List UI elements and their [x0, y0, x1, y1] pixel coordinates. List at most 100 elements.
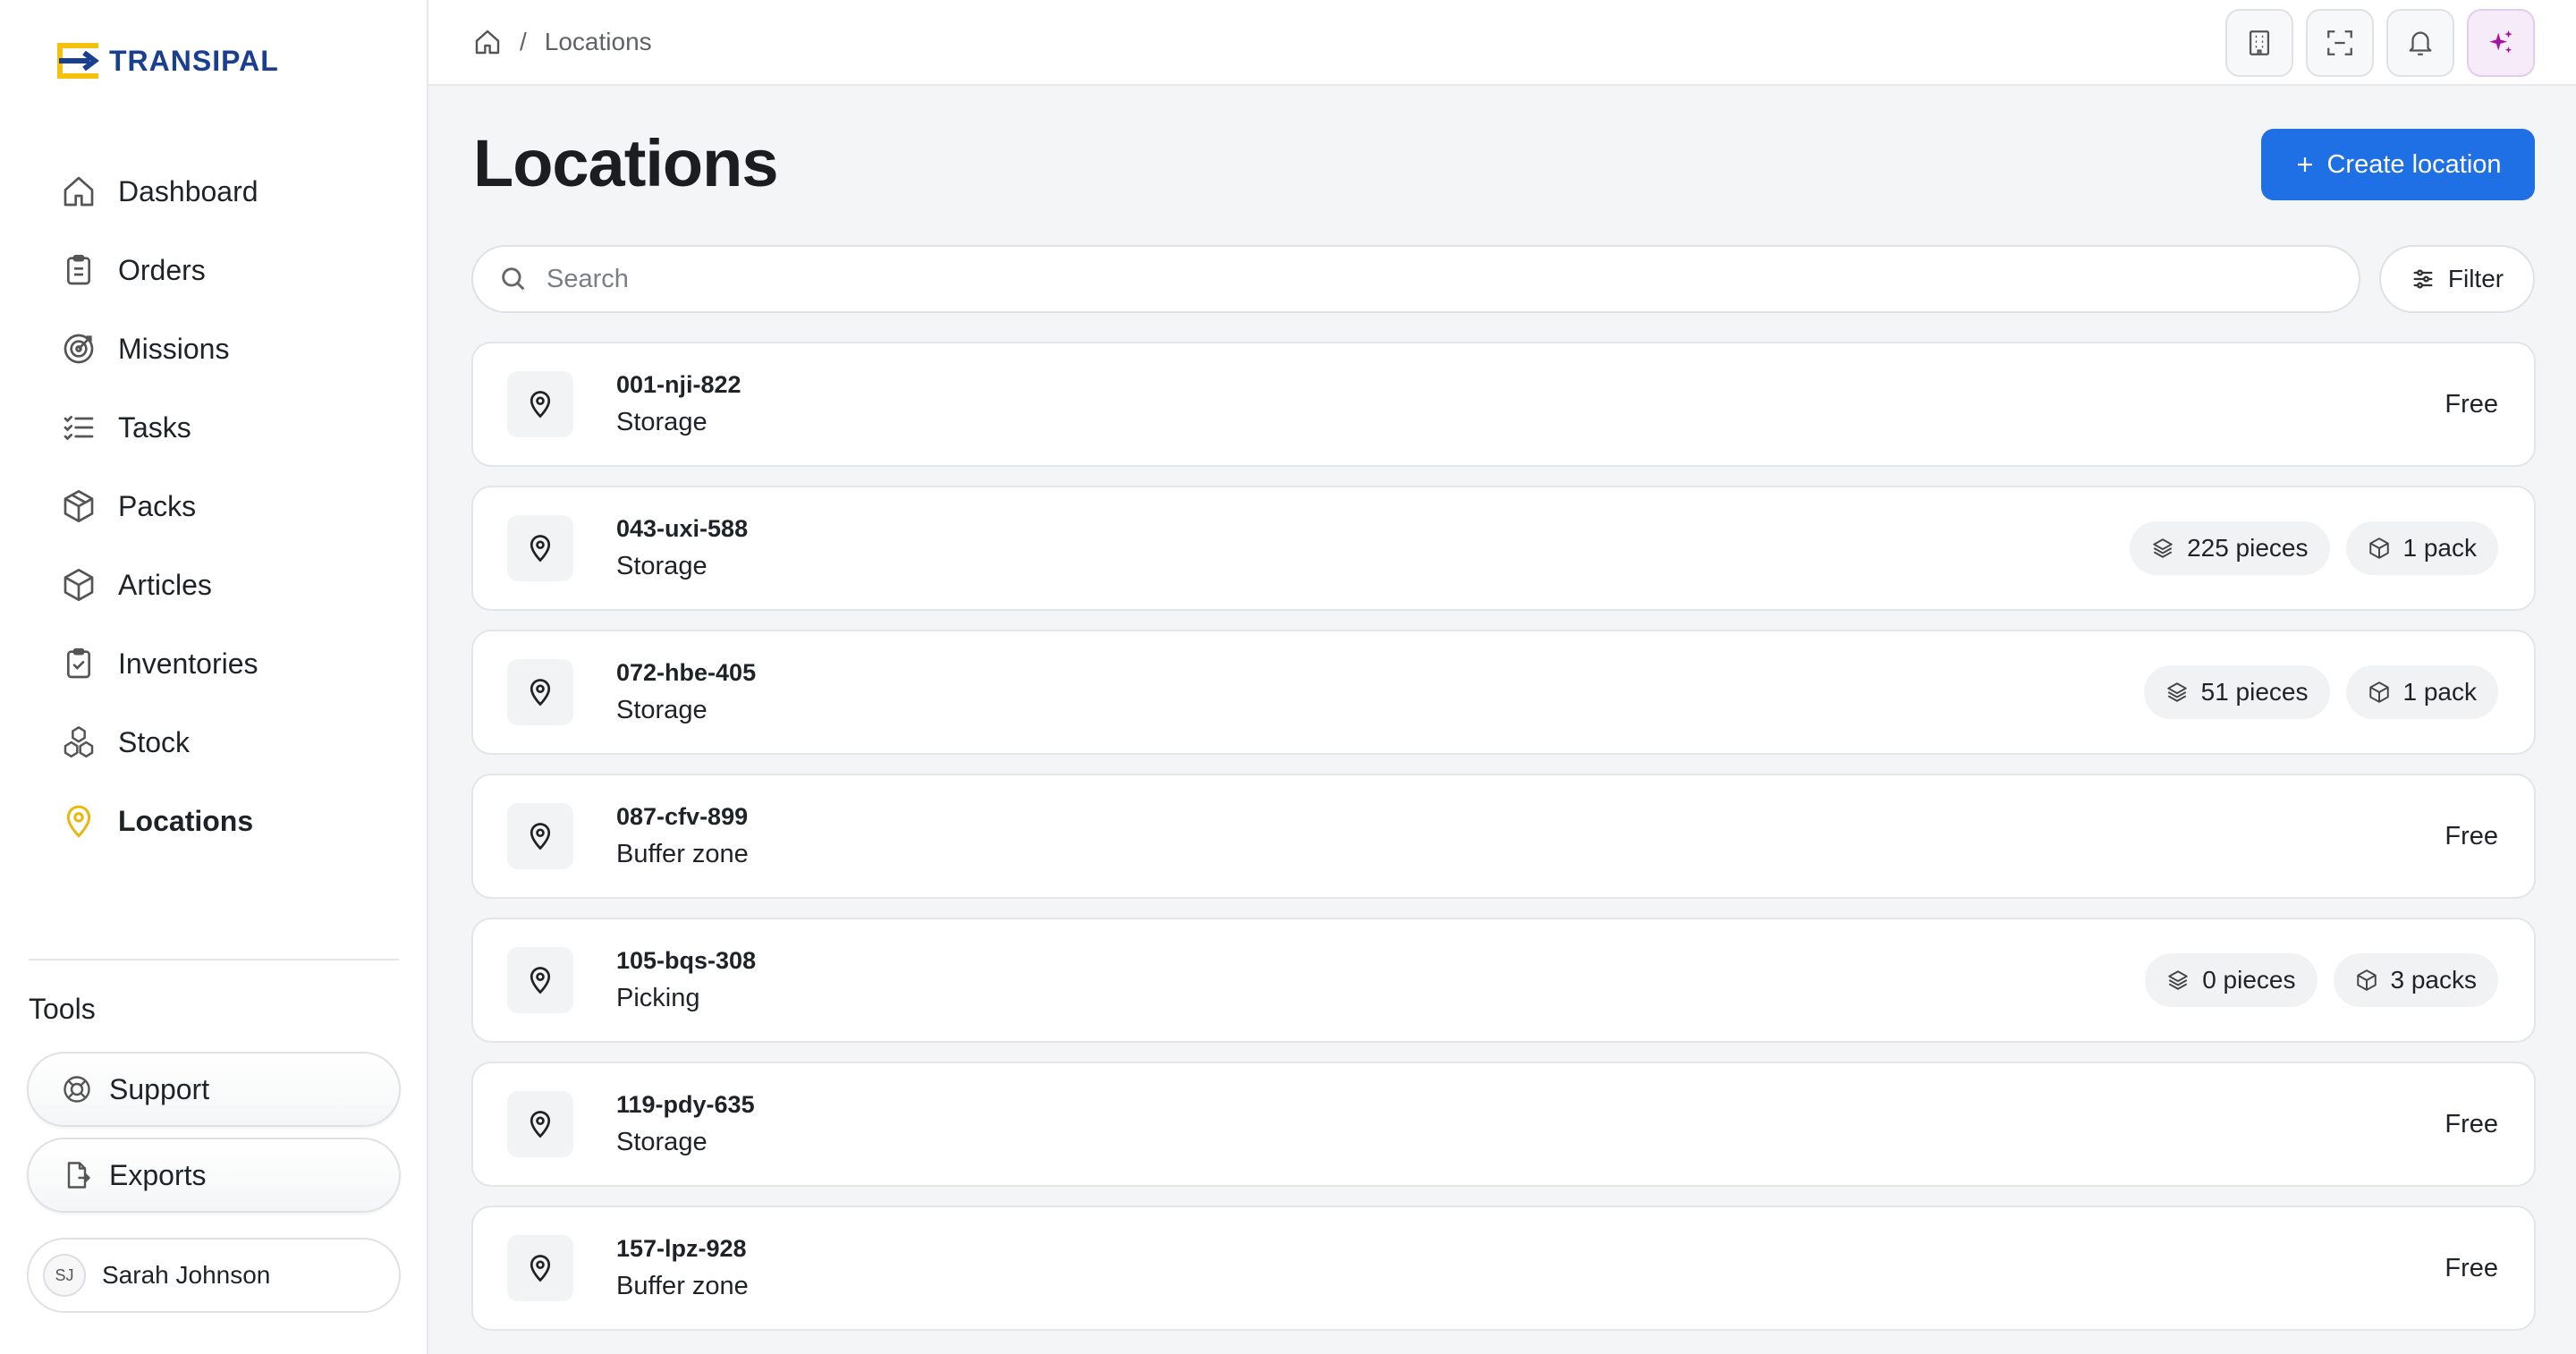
exports-label: Exports — [109, 1158, 207, 1191]
location-icon-box — [507, 1235, 573, 1301]
location-code: 072-hbe-405 — [616, 659, 757, 686]
clipboard-icon — [67, 254, 90, 285]
sidebar-item-label: Tasks — [118, 410, 191, 444]
user-name: Sarah Johnson — [102, 1261, 271, 1289]
sidebar-item-label: Dashboard — [118, 174, 258, 207]
sidebar-item-tasks[interactable]: Tasks — [29, 388, 404, 467]
location-code: 157-lpz-928 — [616, 1235, 747, 1262]
building-icon — [2249, 30, 2270, 55]
home-icon[interactable] — [473, 28, 502, 56]
support-button[interactable]: Support — [27, 1052, 401, 1127]
sidebar-item-label: Orders — [118, 253, 206, 286]
location-type: Storage — [616, 408, 708, 436]
pieces-count: 225 pieces — [2187, 534, 2309, 562]
packs-count: 1 pack — [2402, 534, 2478, 562]
checklist-icon — [64, 416, 94, 441]
sliders-icon — [2413, 269, 2433, 289]
sidebar: TRANSIPAL Dashboard Orders Missions Task… — [0, 0, 428, 1354]
home-icon — [64, 176, 94, 207]
avatar: SJ — [43, 1254, 86, 1297]
sidebar-item-label: Missions — [118, 332, 230, 365]
box-icon — [64, 490, 94, 522]
location-type: Storage — [616, 1128, 708, 1156]
breadcrumb: / Locations — [473, 28, 652, 56]
tools-heading: Tools — [29, 993, 96, 1025]
location-icon-box — [507, 515, 573, 581]
sidebar-item-missions[interactable]: Missions — [29, 309, 404, 388]
plus-icon — [2298, 157, 2313, 172]
map-pin-icon — [530, 391, 551, 419]
create-location-button[interactable]: Create location — [2261, 129, 2535, 200]
ai-assistant-button[interactable] — [2467, 9, 2535, 77]
sidebar-item-locations[interactable]: Locations — [29, 782, 404, 860]
layers-icon — [2166, 682, 2187, 702]
notifications-button[interactable] — [2386, 9, 2454, 77]
packs-badge: 1 pack — [2345, 665, 2498, 719]
packs-count: 1 pack — [2402, 678, 2478, 706]
cube-icon — [64, 569, 94, 601]
location-row[interactable]: 072-hbe-405 Storage 51 pieces 1 pack — [471, 630, 2536, 755]
pieces-badge: 225 pieces — [2130, 521, 2330, 575]
exports-button[interactable]: Exports — [27, 1138, 401, 1213]
brand-logo[interactable]: TRANSIPAL — [55, 41, 279, 80]
layers-icon — [2168, 970, 2188, 990]
user-menu-button[interactable]: SJ Sarah Johnson — [27, 1238, 401, 1313]
filter-button[interactable]: Filter — [2379, 245, 2535, 313]
pieces-count: 0 pieces — [2202, 966, 2296, 994]
locations-list: 001-nji-822 Storage Free 043-uxi-588 Sto… — [471, 342, 2536, 1350]
location-code: 043-uxi-588 — [616, 515, 749, 542]
packs-badge: 1 pack — [2345, 521, 2498, 575]
sidebar-item-label: Articles — [118, 568, 212, 601]
transipal-logo-icon — [57, 43, 99, 79]
sidebar-item-inventories[interactable]: Inventories — [29, 624, 404, 703]
status-badge: Free — [2445, 1109, 2498, 1138]
packs-badge: 3 packs — [2333, 953, 2498, 1007]
location-type: Storage — [616, 552, 708, 580]
file-export-icon — [67, 1162, 90, 1189]
location-row[interactable]: 105-bqs-308 Picking 0 pieces 3 packs — [471, 918, 2536, 1043]
sidebar-item-label: Stock — [118, 725, 191, 758]
sidebar-item-orders[interactable]: Orders — [29, 231, 404, 309]
status-badge: Free — [2445, 1253, 2498, 1282]
search-placeholder: Search — [547, 264, 629, 293]
box-icon — [2356, 969, 2377, 991]
sidebar-divider — [29, 959, 399, 960]
map-pin-icon — [530, 967, 551, 994]
building-button[interactable] — [2225, 9, 2293, 77]
sidebar-nav: Dashboard Orders Missions Tasks Packs Ar… — [29, 152, 404, 860]
map-pin-icon — [530, 535, 551, 563]
location-type: Picking — [616, 984, 700, 1012]
sidebar-item-packs[interactable]: Packs — [29, 467, 404, 546]
filter-label: Filter — [2447, 265, 2504, 292]
search-icon — [502, 267, 525, 291]
scan-button[interactable] — [2306, 9, 2374, 77]
brand-name: TRANSIPAL — [109, 44, 279, 77]
main-content: / Locations Locations Create location Se… — [428, 0, 2576, 1354]
location-row[interactable]: 087-cfv-899 Buffer zone Free — [471, 774, 2536, 899]
location-row[interactable]: 119-pdy-635 Storage Free — [471, 1062, 2536, 1187]
box-icon — [2368, 537, 2389, 559]
lifebuoy-icon — [64, 1076, 90, 1103]
location-icon-box — [507, 803, 573, 869]
status-badge: Free — [2445, 821, 2498, 850]
map-pin-icon — [530, 1111, 551, 1138]
location-icon-box — [507, 1091, 573, 1157]
location-row[interactable]: 043-uxi-588 Storage 225 pieces 1 pack — [471, 486, 2536, 611]
sparkles-icon — [2489, 30, 2512, 54]
location-code: 001-nji-822 — [616, 371, 741, 398]
map-pin-icon — [530, 1255, 551, 1282]
page-title: Locations — [473, 126, 778, 200]
sidebar-item-dashboard[interactable]: Dashboard — [29, 152, 404, 231]
sidebar-item-articles[interactable]: Articles — [29, 546, 404, 624]
map-pin-icon — [66, 805, 91, 838]
search-field[interactable]: Search — [471, 245, 2360, 313]
location-icon-box — [507, 371, 573, 437]
location-row[interactable]: 157-lpz-928 Buffer zone Free — [471, 1206, 2536, 1331]
create-location-label: Create location — [2326, 149, 2502, 179]
location-code: 105-bqs-308 — [616, 947, 757, 974]
sidebar-item-stock[interactable]: Stock — [29, 703, 404, 782]
app: TRANSIPAL Dashboard Orders Missions Task… — [0, 0, 2576, 1354]
support-label: Support — [109, 1072, 210, 1105]
box-icon — [2368, 681, 2389, 703]
location-row[interactable]: 001-nji-822 Storage Free — [471, 342, 2536, 467]
